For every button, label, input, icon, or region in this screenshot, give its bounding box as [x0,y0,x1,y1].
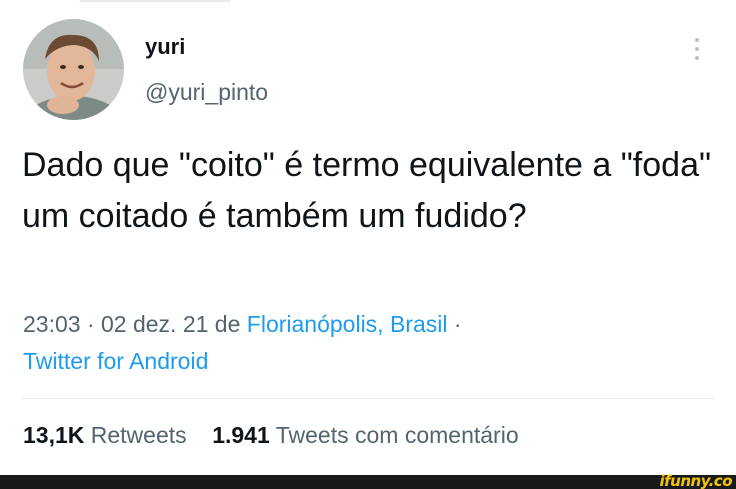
tweet-location-link[interactable]: Florianópolis, Brasil [247,311,448,337]
quote-tweets-label: Tweets com comentário [275,422,519,448]
profile-photo-icon [23,19,124,120]
more-options-icon[interactable] [690,38,704,68]
tweet-meta: 23:03 · 02 dez. 21 de Florianópolis, Bra… [23,306,723,380]
retweets-label: Retweets [90,422,187,448]
meta-separator: · [447,311,462,337]
retweets-stat[interactable]: 13,1K Retweets [23,422,187,448]
tweet-source-link[interactable]: Twitter for Android [23,348,208,374]
watermark-bar: ifunny.co [0,472,736,489]
retweets-count: 13,1K [23,422,85,448]
quote-tweets-count: 1.941 [212,422,270,448]
quote-tweets-stat[interactable]: 1.941 Tweets com comentário [212,422,518,448]
author-name[interactable]: yuri [145,34,185,60]
top-edge-strip [80,0,230,2]
author-handle[interactable]: @yuri_pinto [145,79,268,106]
avatar[interactable] [23,19,124,120]
tweet-timestamp[interactable]: 23:03 · 02 dez. 21 de [23,311,247,337]
tweet-stats: 13,1K Retweets 1.941 Tweets com comentár… [23,422,519,449]
tweet-screenshot: yuri @yuri_pinto Dado que "coito" é term… [0,0,736,489]
tweet-text: Dado que "coito" é termo equivalente a "… [22,146,712,235]
ifunny-watermark: ifunny.co [659,472,733,489]
divider [22,398,714,399]
